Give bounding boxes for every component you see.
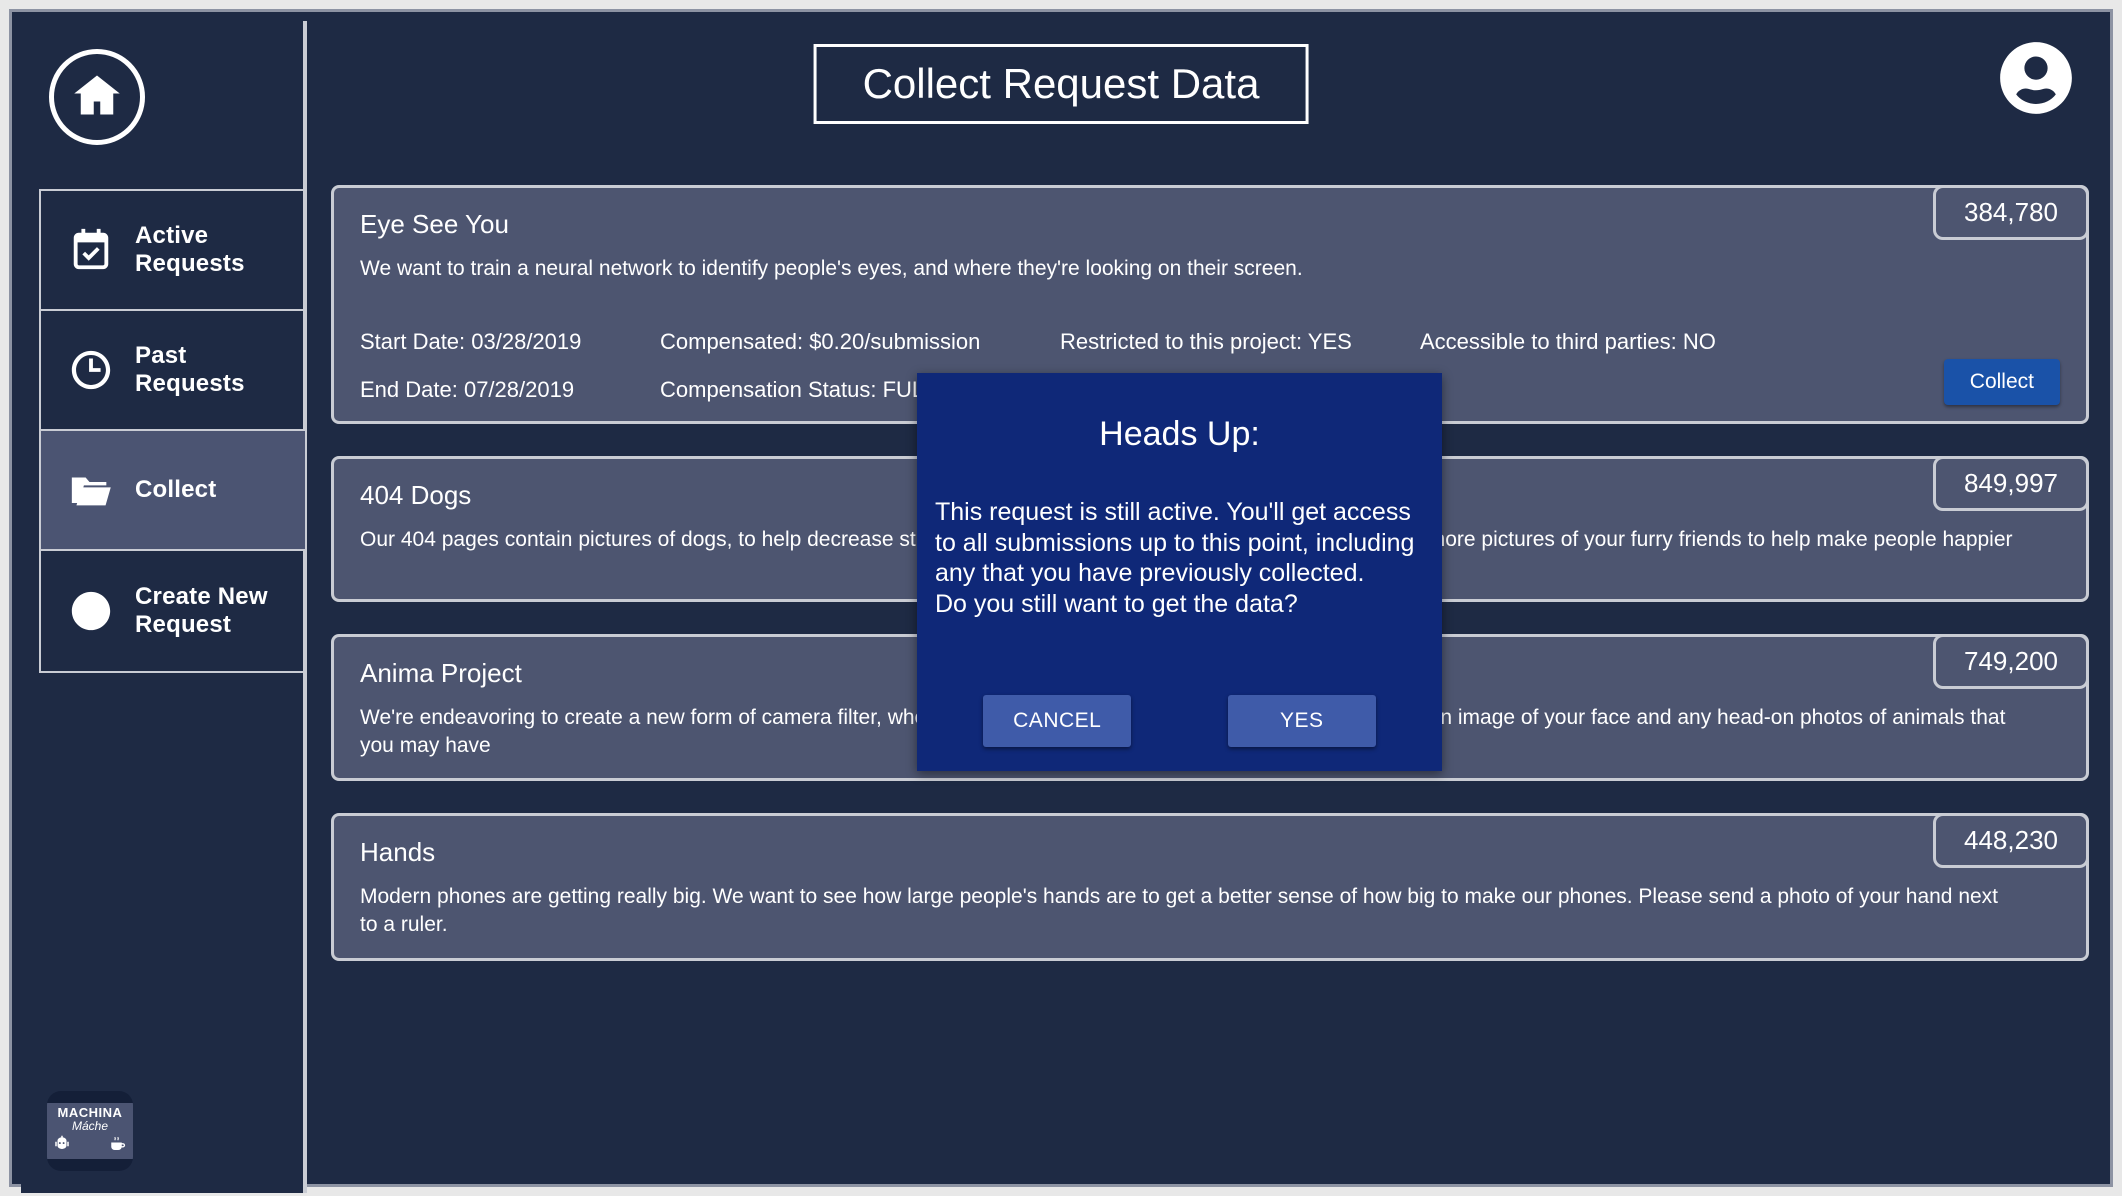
submission-count-badge: 749,200: [1933, 633, 2089, 689]
sidebar-item-label: Past Requests: [135, 342, 245, 397]
sidebar: Active Requests Past Requests Collect Cr…: [21, 21, 307, 1193]
sidebar-item-past-requests[interactable]: Past Requests: [41, 311, 305, 431]
user-avatar-icon: [1995, 42, 2077, 123]
coffee-cup-icon: [108, 1135, 128, 1158]
collect-button[interactable]: Collect: [1943, 358, 2060, 405]
dialog-message: This request is still active. You'll get…: [935, 498, 1415, 618]
sidebar-item-active-requests[interactable]: Active Requests: [41, 191, 305, 311]
brand-logo-inner: MACHINA Máche: [47, 1103, 133, 1159]
cancel-button[interactable]: CANCEL: [983, 695, 1132, 747]
brand-logo: MACHINA Máche: [47, 1091, 133, 1171]
dialog-actions: CANCEL YES: [917, 695, 1442, 747]
request-title: Hands: [360, 837, 436, 868]
confirmation-dialog: Heads Up: This request is still active. …: [917, 373, 1442, 771]
page-title-box: Collect Request Data: [813, 44, 1309, 124]
home-icon: [71, 69, 123, 126]
meta-end-date: End Date: 07/28/2019: [360, 376, 575, 402]
brand-subtitle: Máche: [71, 1119, 109, 1133]
confirm-yes-button[interactable]: YES: [1227, 695, 1376, 747]
brand-icon-row: [47, 1135, 133, 1158]
request-card[interactable]: 448,230 Hands Modern phones are getting …: [331, 813, 2089, 961]
request-description: Modern phones are getting really big. We…: [360, 884, 1999, 937]
app-window: Active Requests Past Requests Collect Cr…: [0, 0, 2122, 1196]
sidebar-item-label: Active Requests: [135, 222, 245, 277]
meta-third-parties: Accessible to third parties: NO: [1420, 328, 1716, 354]
calendar-check-icon: [67, 226, 115, 274]
dialog-title: Heads Up:: [1099, 415, 1260, 453]
sidebar-item-label: Collect: [135, 476, 217, 504]
request-title: Eye See You: [360, 209, 509, 239]
sidebar-item-collect[interactable]: Collect: [41, 431, 305, 551]
submission-count-badge: 849,997: [1933, 455, 2089, 511]
folder-open-icon: [67, 466, 115, 514]
brand-name: MACHINA: [57, 1105, 123, 1120]
robot-icon: [52, 1135, 72, 1158]
submission-count-badge: 448,230: [1933, 813, 2089, 869]
clock-icon: [67, 346, 115, 394]
sidebar-item-label: Create New Request: [135, 583, 268, 638]
avatar[interactable]: [1995, 37, 2077, 119]
submission-count-badge: 384,780: [1933, 185, 2089, 240]
meta-compensated: Compensated: $0.20/submission: [660, 328, 981, 354]
home-button[interactable]: [49, 49, 145, 145]
page-title: Collect Request Data: [862, 60, 1260, 107]
meta-start-date: Start Date: 03/28/2019: [360, 328, 582, 354]
request-description: We want to train a neural network to ide…: [360, 256, 1303, 280]
sidebar-nav: Active Requests Past Requests Collect Cr…: [39, 189, 307, 673]
plus-circle-icon: [67, 587, 115, 635]
meta-restricted: Restricted to this project: YES: [1060, 328, 1352, 354]
sidebar-item-create-new-request[interactable]: Create New Request: [41, 551, 305, 671]
